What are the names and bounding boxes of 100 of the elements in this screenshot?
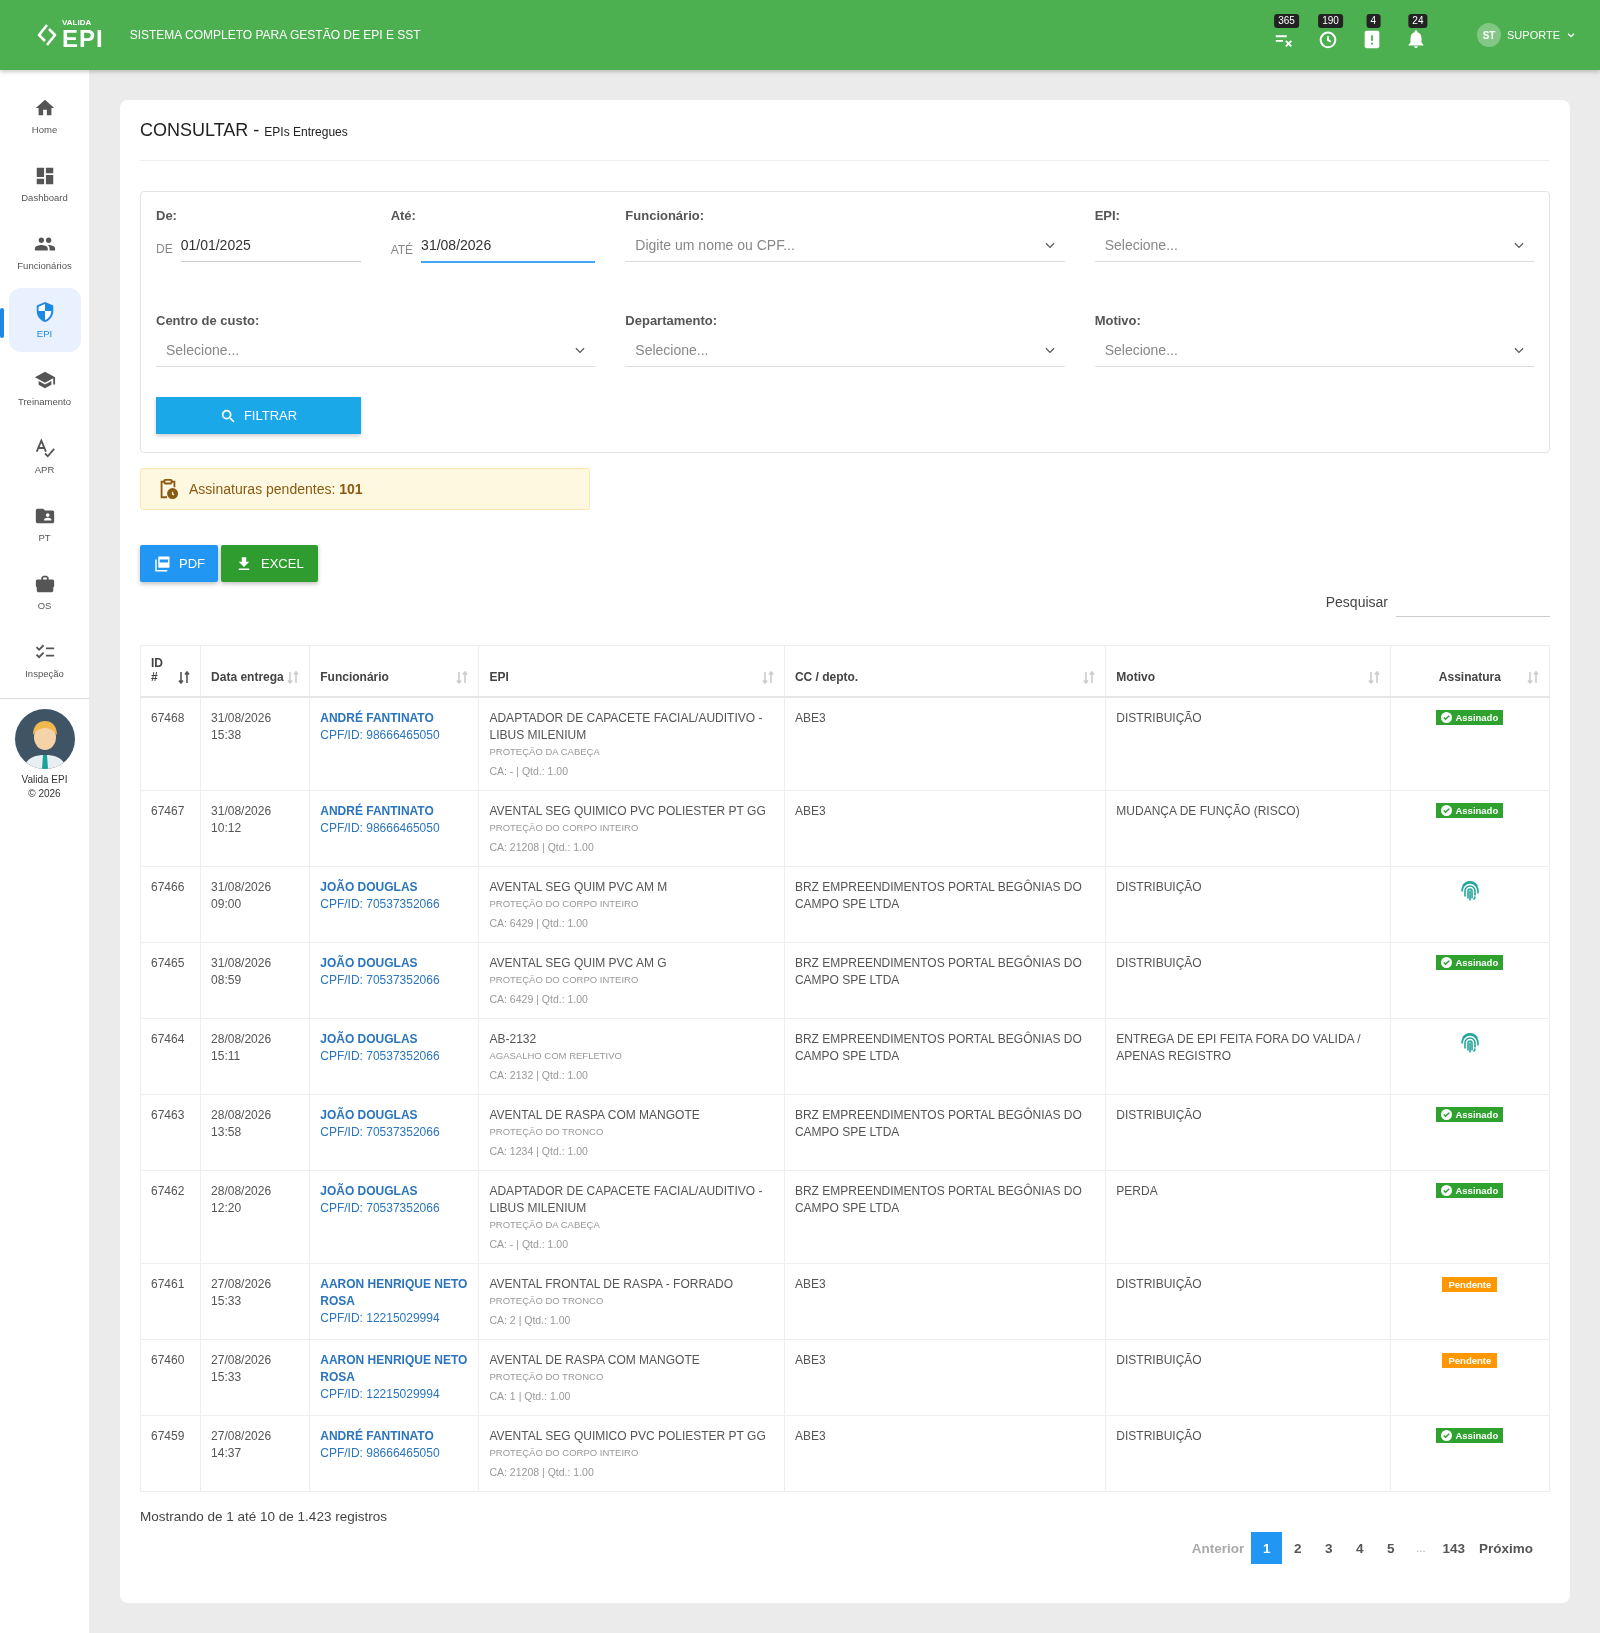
document-stack-icon bbox=[153, 554, 171, 573]
epi-category: PROTEÇÃO DO TRONCO bbox=[489, 1125, 605, 1139]
sidebar-item[interactable]: Inspeção bbox=[8, 628, 81, 692]
select-field[interactable]: Digite um nome ou CPF... bbox=[625, 237, 1065, 262]
employee-link[interactable]: JOÃO DOUGLAS bbox=[320, 879, 469, 896]
employee-link[interactable]: JOÃO DOUGLAS bbox=[320, 1107, 469, 1124]
page-button[interactable]: 3 bbox=[1313, 1532, 1345, 1564]
spellcheck-icon bbox=[33, 437, 56, 459]
select-field[interactable]: Selecione... bbox=[156, 342, 596, 367]
sidebar-item[interactable]: PT bbox=[8, 492, 81, 556]
sidebar-item[interactable]: Home bbox=[8, 84, 81, 148]
check-circle-icon bbox=[1441, 1185, 1453, 1196]
cost-center-text: ABE3 bbox=[794, 711, 826, 725]
epi-category: AGASALHO COM REFLETIVO bbox=[489, 1049, 623, 1063]
date-text: 28/08/2026 15:11 bbox=[211, 1032, 272, 1063]
reason-text: PERDA bbox=[1116, 1184, 1158, 1198]
cost-center-text: ABE3 bbox=[794, 1277, 826, 1291]
epi-name: AVENTAL FRONTAL DE RASPA - FORRADO bbox=[489, 1276, 735, 1293]
next-button[interactable]: Próximo bbox=[1472, 1532, 1540, 1564]
notification-count: 365 bbox=[1274, 14, 1299, 28]
employee-link[interactable]: JOÃO DOUGLAS bbox=[320, 955, 469, 972]
sidebar-item[interactable]: Funcionários bbox=[8, 220, 81, 284]
cost-center-text: ABE3 bbox=[794, 1353, 826, 1367]
status-badge: Assinado bbox=[1436, 1428, 1504, 1443]
employee-link[interactable]: ANDRÉ FANTINATO bbox=[320, 803, 469, 820]
epi-category: PROTEÇÃO DO TRONCO bbox=[489, 1370, 605, 1384]
column-header[interactable]: CC / depto. bbox=[794, 670, 859, 684]
column-header[interactable]: Assinatura bbox=[1438, 670, 1501, 684]
page-subtitle: EPIs Entregues bbox=[264, 125, 348, 139]
ca-quantity: CA: 2 | Qtd.: 1.00 bbox=[489, 1313, 572, 1328]
check-circle-icon bbox=[1441, 805, 1453, 816]
status-badge: Assinado bbox=[1436, 710, 1504, 725]
column-header[interactable]: ID # bbox=[151, 656, 163, 684]
page-button[interactable]: 5 bbox=[1375, 1532, 1407, 1564]
briefcase-icon bbox=[33, 573, 56, 595]
status-badge: Assinado bbox=[1436, 1107, 1504, 1122]
employee-link[interactable]: ANDRÉ FANTINATO bbox=[320, 1428, 469, 1445]
epi-name: AVENTAL SEG QUIM PVC AM G bbox=[489, 955, 668, 972]
reason-text: DISTRIBUIÇÃO bbox=[1116, 1277, 1202, 1291]
column-header[interactable]: Motivo bbox=[1116, 670, 1155, 684]
cpf-text: CPF/ID: 98666465050 bbox=[320, 820, 441, 837]
select-field[interactable]: Selecione... bbox=[1094, 237, 1534, 262]
sidebar-item[interactable]: Dashboard bbox=[8, 152, 81, 216]
page-button[interactable]: 143 bbox=[1435, 1532, 1472, 1564]
sidebar-item[interactable]: OS bbox=[8, 560, 81, 624]
field-prefix: ATÉ bbox=[390, 243, 414, 259]
excel-button[interactable]: EXCEL bbox=[221, 545, 318, 582]
cpf-text: CPF/ID: 12215029994 bbox=[320, 1310, 441, 1327]
graduation-cap-icon bbox=[33, 369, 56, 391]
field-label: Até: bbox=[390, 208, 417, 223]
ca-quantity: CA: 1234 | Qtd.: 1.00 bbox=[489, 1144, 589, 1159]
id-text: 67463 bbox=[151, 1108, 185, 1122]
employee-link[interactable]: AARON HENRIQUE NETO ROSA bbox=[320, 1352, 469, 1386]
column-header[interactable]: Data entrega bbox=[211, 670, 284, 684]
reason-text: DISTRIBUIÇÃO bbox=[1116, 1429, 1202, 1443]
status-badge: Pendente bbox=[1442, 1277, 1498, 1292]
date-text: 31/08/2026 08:59 bbox=[211, 956, 272, 987]
page-button[interactable]: 2 bbox=[1282, 1532, 1314, 1564]
column-header[interactable]: EPI bbox=[489, 670, 509, 684]
column-header[interactable]: Funcionário bbox=[320, 670, 389, 684]
cpf-text: CPF/ID: 70537352066 bbox=[320, 1048, 441, 1065]
employee-link[interactable]: JOÃO DOUGLAS bbox=[320, 1183, 469, 1200]
select-field[interactable]: Selecione... bbox=[1094, 342, 1534, 367]
check-circle-icon bbox=[1441, 1109, 1453, 1120]
field-prefix: DE bbox=[156, 242, 173, 258]
sort-icon[interactable] bbox=[178, 671, 191, 684]
employee-link[interactable]: JOÃO DOUGLAS bbox=[320, 1031, 469, 1048]
epi-category: PROTEÇÃO DO TRONCO bbox=[489, 1294, 605, 1308]
employee-link[interactable]: ANDRÉ FANTINATO bbox=[320, 710, 469, 727]
status-badge: Assinado bbox=[1436, 955, 1504, 970]
ca-quantity: CA: 1 | Qtd.: 1.00 bbox=[489, 1389, 572, 1404]
reason-text: MUDANÇA DE FUNÇÃO (RISCO) bbox=[1116, 804, 1300, 818]
records-info: Mostrando de 1 até 10 de 1.423 registros bbox=[140, 1509, 388, 1524]
epi-name: AVENTAL DE RASPA COM MANGOTE bbox=[489, 1352, 701, 1369]
id-text: 67462 bbox=[151, 1184, 185, 1198]
epi-category: PROTEÇÃO DA CABEÇA bbox=[489, 1218, 601, 1232]
notification-count: 24 bbox=[1408, 14, 1428, 28]
cost-center-text: BRZ EMPREENDIMENTOS PORTAL BEGÔNIAS DO CAMPO SPE LTDA bbox=[794, 1032, 1082, 1063]
date-field[interactable]: 31/08/2026 bbox=[421, 237, 596, 263]
date-field[interactable]: 01/01/2025 bbox=[180, 237, 361, 262]
epi-name: ADAPTADOR DE CAPACETE FACIAL/AUDITIVO - LIBUS MILENIUM bbox=[489, 1183, 764, 1217]
select-field[interactable]: Selecione... bbox=[625, 342, 1065, 367]
employee-link[interactable]: AARON HENRIQUE NETO ROSA bbox=[320, 1276, 469, 1310]
epi-name: AVENTAL SEG QUIM PVC AM M bbox=[489, 879, 669, 896]
cpf-text: CPF/ID: 98666465050 bbox=[320, 1445, 441, 1462]
search-icon bbox=[219, 407, 236, 424]
date-text: 27/08/2026 15:33 bbox=[211, 1277, 272, 1308]
id-text: 67468 bbox=[151, 711, 185, 725]
date-text: 27/08/2026 14:37 bbox=[211, 1429, 272, 1460]
sidebar-item[interactable]: Treinamento bbox=[8, 356, 81, 420]
ca-quantity: CA: 2132 | Qtd.: 1.00 bbox=[489, 1068, 589, 1083]
id-text: 67460 bbox=[151, 1353, 185, 1367]
cpf-text: CPF/ID: 70537352066 bbox=[320, 1200, 441, 1217]
epi-category: PROTEÇÃO DO CORPO INTEIRO bbox=[489, 973, 640, 987]
reason-text: DISTRIBUIÇÃO bbox=[1116, 1353, 1202, 1367]
sidebar-item[interactable]: APR bbox=[8, 424, 81, 488]
ca-quantity: CA: 6429 | Qtd.: 1.00 bbox=[489, 992, 589, 1007]
cost-center-text: ABE3 bbox=[794, 804, 826, 818]
epi-name: AVENTAL SEG QUIMICO PVC POLIESTER PT GG bbox=[489, 1428, 767, 1445]
page-button[interactable]: 4 bbox=[1344, 1532, 1376, 1564]
